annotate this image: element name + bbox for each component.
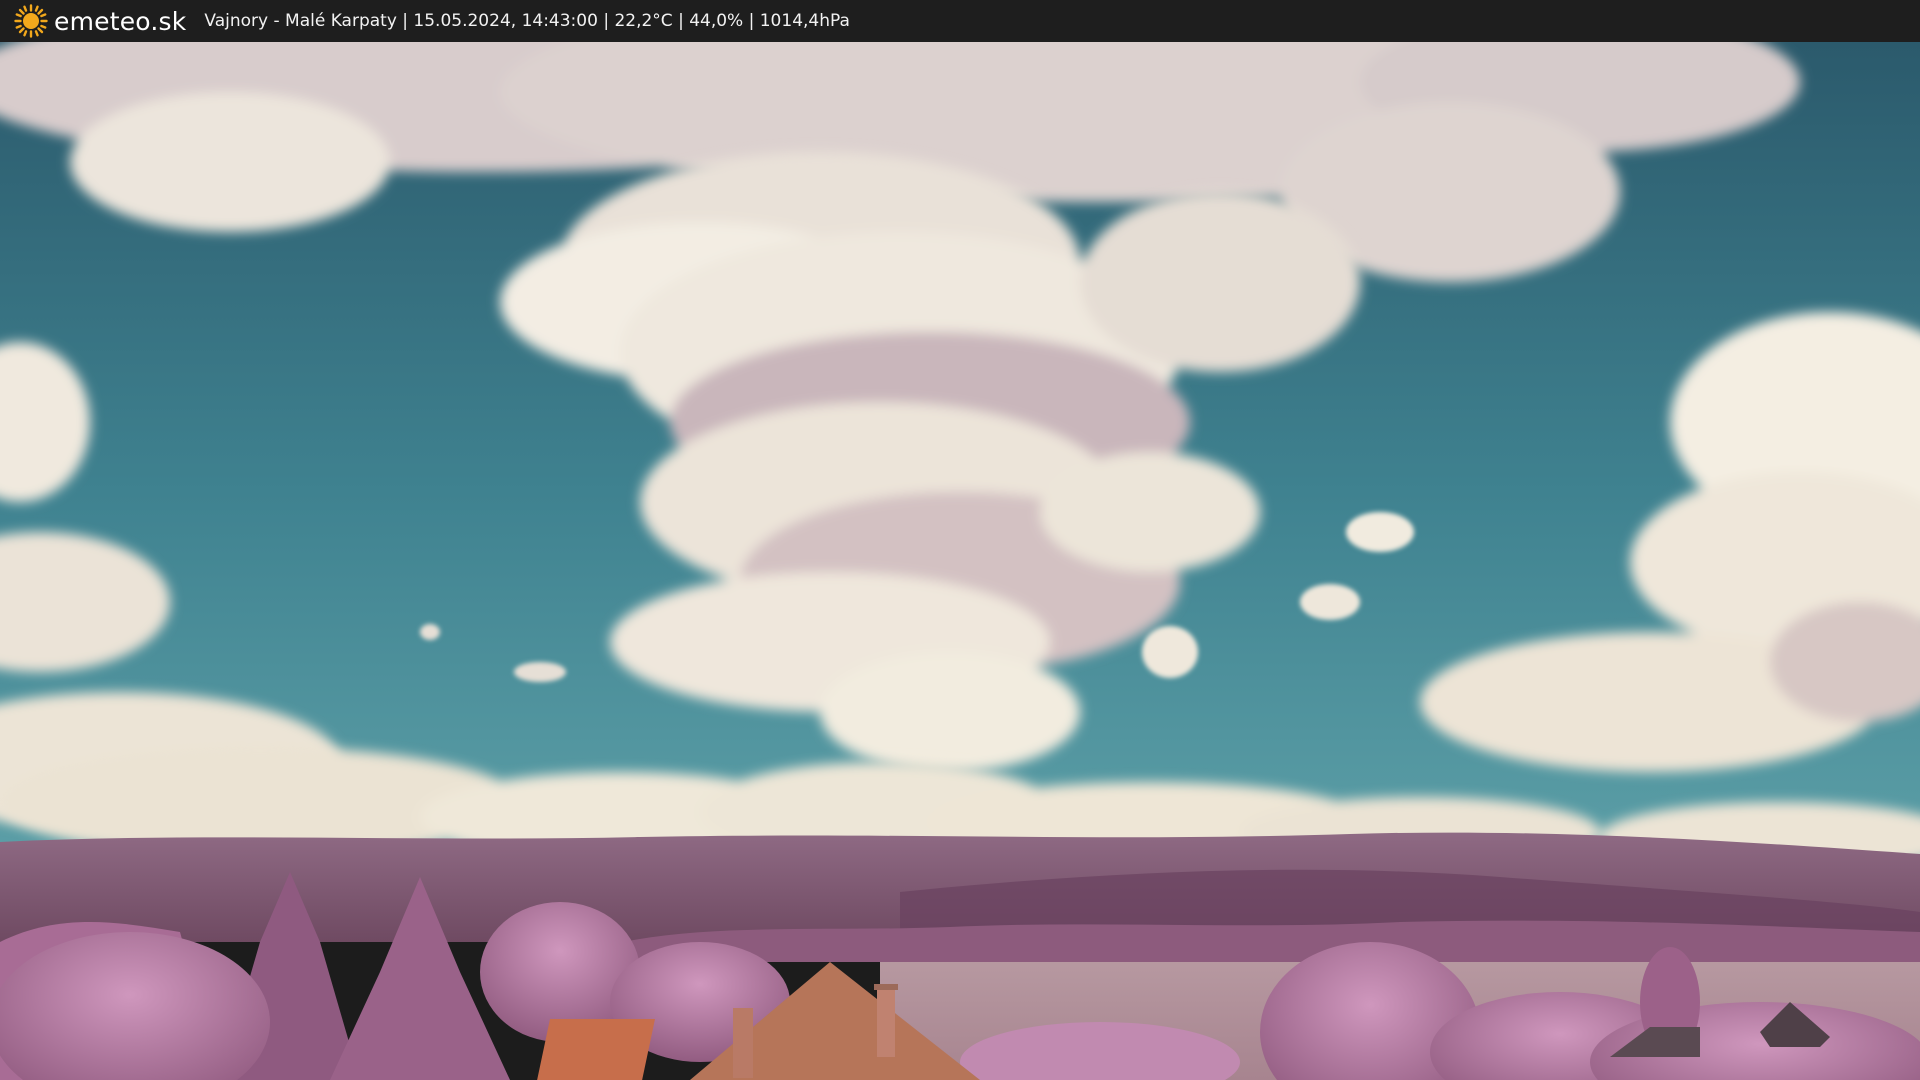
webcam-image [0, 42, 1920, 1080]
webcam-frame: emeteo.sk Vajnory - Malé Karpaty | 15.05… [0, 0, 1920, 1080]
webcam-caption: Vajnory - Malé Karpaty | 15.05.2024, 14:… [204, 11, 850, 31]
sun-icon [14, 4, 48, 38]
site-brand: emeteo.sk [54, 6, 187, 36]
house-left [537, 1019, 655, 1080]
caption-bar: emeteo.sk Vajnory - Malé Karpaty | 15.05… [0, 0, 1920, 42]
